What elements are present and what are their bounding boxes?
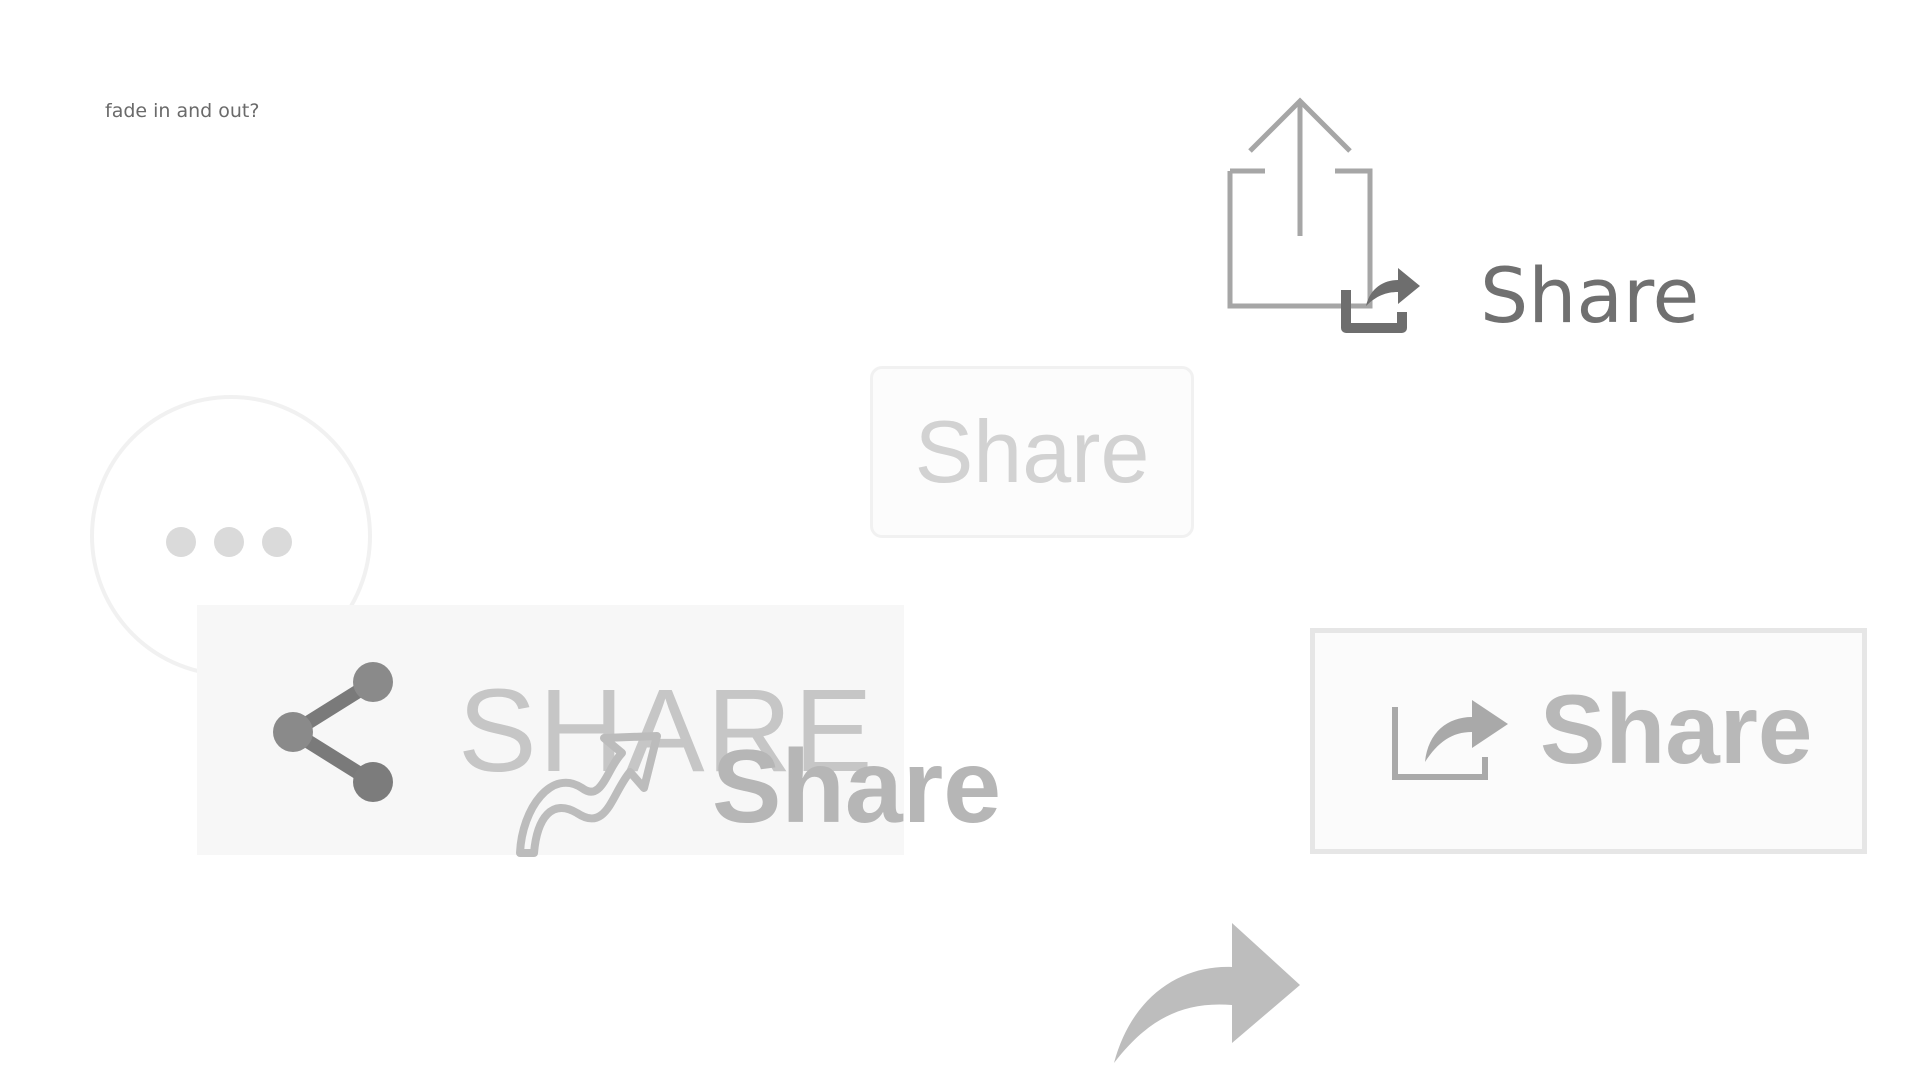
outline-share-label: Share bbox=[1540, 674, 1813, 784]
more-dot bbox=[166, 527, 196, 557]
curved-arrow-icon bbox=[516, 732, 661, 857]
bold-share-label[interactable]: Share bbox=[712, 735, 1001, 839]
share-label: Share bbox=[1480, 251, 1700, 340]
ghost-share-button[interactable]: Share bbox=[870, 366, 1194, 538]
share-box-icon[interactable] bbox=[1338, 262, 1422, 336]
more-dot bbox=[262, 527, 292, 557]
box-arrow-share-icon bbox=[1392, 700, 1508, 780]
forward-arrow-icon[interactable] bbox=[1112, 915, 1302, 1065]
note-text: fade in and out? bbox=[105, 100, 260, 122]
share-graph-icon bbox=[273, 662, 393, 802]
more-dot bbox=[214, 527, 244, 557]
canvas: fade in and out? Share Share SHARE Share… bbox=[0, 0, 1920, 1080]
